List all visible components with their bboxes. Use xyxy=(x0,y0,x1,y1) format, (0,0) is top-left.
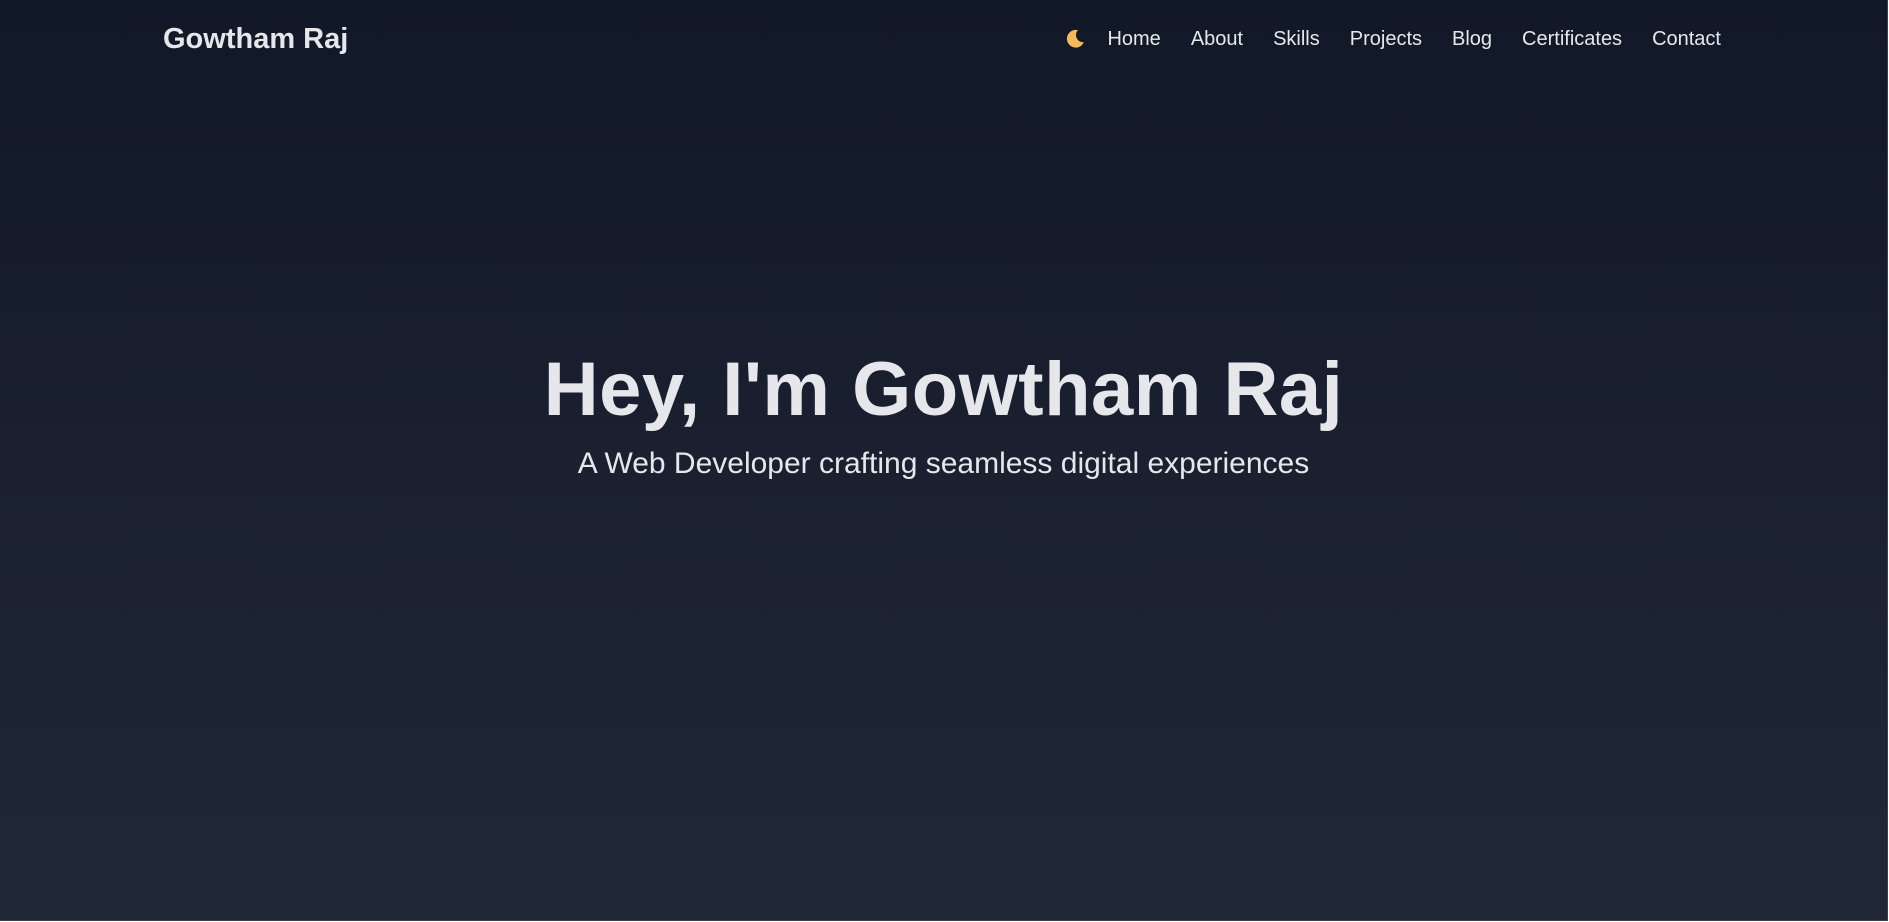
page-viewport: Gowtham Raj Home About Skills Projects B… xyxy=(0,0,1888,921)
theme-toggle-button[interactable] xyxy=(1061,24,1089,54)
nav-link-blog[interactable]: Blog xyxy=(1452,24,1492,54)
nav-link-home[interactable]: Home xyxy=(1107,24,1160,54)
hero-section: Hey, I'm Gowtham Raj A Web Developer cra… xyxy=(0,340,1887,484)
hero-subtitle: A Web Developer crafting seamless digita… xyxy=(577,447,1310,480)
nav-link-skills[interactable]: Skills xyxy=(1273,24,1320,54)
nav-link-certificates[interactable]: Certificates xyxy=(1522,24,1622,54)
top-navigation: Gowtham Raj Home About Skills Projects B… xyxy=(0,0,1887,78)
nav-link-contact[interactable]: Contact xyxy=(1652,24,1721,54)
hero-title: Hey, I'm Gowtham Raj xyxy=(543,347,1344,432)
nav-link-about[interactable]: About xyxy=(1191,24,1243,54)
site-brand[interactable]: Gowtham Raj xyxy=(163,20,348,58)
nav-links: Home About Skills Projects Blog Certific… xyxy=(1061,24,1721,54)
moon-icon xyxy=(1067,29,1085,48)
nav-link-projects[interactable]: Projects xyxy=(1350,24,1422,54)
